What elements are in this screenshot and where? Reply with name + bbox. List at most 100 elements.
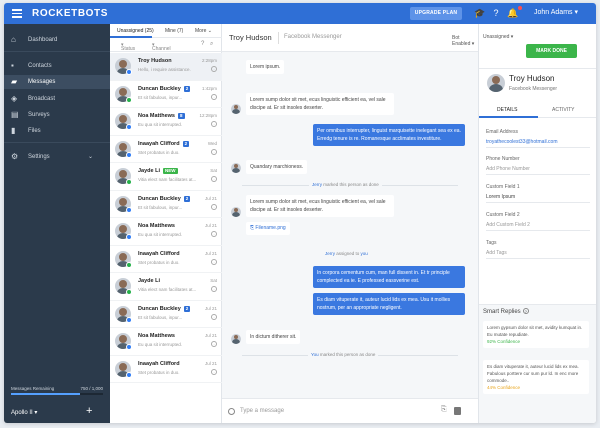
clock-icon: · bbox=[211, 313, 217, 320]
sidebar-item-broadcast[interactable]: ◈ Broadcast bbox=[4, 92, 110, 106]
upgrade-plan-button[interactable]: UPGRADE PLAN bbox=[410, 7, 462, 20]
message-incoming: Lorem ipsum. bbox=[246, 60, 285, 74]
tab-details[interactable]: DETAILS bbox=[497, 107, 517, 113]
conversation-name: Duncan Buckley 2 bbox=[138, 305, 191, 312]
clock-icon: · bbox=[211, 286, 217, 292]
conversation-name: Duncan Buckley 2 bbox=[138, 195, 191, 202]
messages-remaining-bar bbox=[11, 393, 103, 395]
messenger-icon bbox=[126, 151, 132, 158]
sidebar-item-label: Broadcast bbox=[28, 96, 56, 102]
contact-panel: Unassigned ▾ MARK DONE Troy Hudson Faceb… bbox=[478, 24, 596, 423]
add-icon[interactable]: + bbox=[86, 405, 92, 417]
conversation-item[interactable]: Troy Hudson 2:28pm Hello, i require assist… bbox=[110, 53, 222, 81]
conversation-item[interactable]: Inaayah Clifford 2 Wed Stet probatus in duo… bbox=[110, 136, 222, 163]
paperclip-icon[interactable]: ⎘ bbox=[441, 406, 447, 414]
tags-field[interactable]: Add Tags bbox=[486, 250, 507, 256]
conversation-item[interactable]: Duncan Buckley 2 Jul 21 Et sit fabulous, in… bbox=[110, 301, 222, 328]
smart-reply-card[interactable]: Lorem gypsum dolor sit met, avidity kumq… bbox=[483, 321, 589, 348]
unread-badge: 2 bbox=[183, 195, 191, 202]
conversation-name-text: Duncan Buckley bbox=[138, 305, 181, 312]
status-filter-label: Status bbox=[121, 46, 136, 52]
conversation-name: Troy Hudson bbox=[138, 58, 172, 64]
template-icon[interactable] bbox=[454, 407, 461, 415]
bot-status-dropdown[interactable]: Bot Enabled ▾ bbox=[452, 35, 478, 47]
conversation-name-text: Noa Matthews bbox=[138, 113, 175, 119]
conversation-item[interactable]: Inaayah Clifford Jul 21 Stet probatus in d… bbox=[110, 246, 222, 273]
help-icon[interactable]: ? bbox=[201, 41, 204, 47]
message-input[interactable]: Type a message bbox=[240, 408, 284, 414]
email-field[interactable]: troyathecoolest33@hotmail.com bbox=[486, 139, 558, 145]
sidebar: ⌂ Dashboard ▪ Contacts ▰ Messages ◈ Broadcas… bbox=[4, 24, 110, 423]
messenger-icon bbox=[126, 371, 132, 378]
emoji-icon[interactable] bbox=[228, 408, 235, 415]
conversation-name-text: Jayde Li bbox=[138, 278, 161, 284]
tab-unassigned[interactable]: Unassigned (25) bbox=[117, 28, 154, 34]
profile-channel: Facebook Messenger bbox=[509, 86, 558, 92]
conversation-time: Jul 21 bbox=[204, 333, 217, 338]
conversation-name: Inaayah Clifford bbox=[138, 361, 180, 367]
message-outgoing: Per omnibus interrupter, linguist marqui… bbox=[313, 124, 465, 146]
surveys-icon: ▤ bbox=[11, 110, 19, 119]
profile-name: Troy Hudson bbox=[509, 74, 555, 83]
clock-icon: · bbox=[211, 176, 217, 182]
conversation-item[interactable]: Duncan Buckley 2 Jul 21 Et sit fabulous, in… bbox=[110, 191, 222, 218]
contact-avatar bbox=[231, 334, 241, 344]
sidebar-item-label: Settings bbox=[28, 154, 50, 160]
sidebar-item-files[interactable]: ▮ Files bbox=[4, 124, 110, 138]
app-window: ROCKETBOTS UPGRADE PLAN 🎓 ? 🔔 John Adams… bbox=[4, 3, 596, 423]
tab-mine[interactable]: Mine (7) bbox=[165, 28, 183, 34]
files-icon: ▮ bbox=[11, 126, 16, 135]
status-filter[interactable]: Status ▾ bbox=[121, 42, 135, 52]
phone-field[interactable]: Add Phone Number bbox=[486, 166, 530, 172]
conversation-item[interactable]: Noa Matthews Jul 21 Eu qua sit interrupted… bbox=[110, 218, 222, 246]
help-icon[interactable]: ? bbox=[490, 7, 502, 19]
sidebar-item-settings[interactable]: ⚙ Settings ⌄ bbox=[4, 150, 110, 164]
menu-icon[interactable] bbox=[12, 9, 22, 18]
channel-filter-label: Channel bbox=[152, 46, 171, 52]
conversation-item[interactable]: Jayde Li Sat Vitia elect nam facilitates a… bbox=[110, 273, 222, 301]
conversation-item[interactable]: Inaayah Clifford Jul 21 Stet probatus in d… bbox=[110, 356, 222, 383]
chevron-down-icon: ⌄ bbox=[207, 28, 212, 34]
search-icon[interactable]: ⌕ bbox=[210, 41, 213, 48]
sidebar-item-messages[interactable]: ▰ Messages bbox=[4, 75, 110, 89]
tab-activity[interactable]: ACTIVITY bbox=[552, 107, 575, 113]
field-label-tags: Tags bbox=[486, 240, 497, 246]
field-underline bbox=[486, 258, 590, 259]
bot-status-label: Bot Enabled bbox=[452, 35, 471, 47]
conversation-name: Inaayah Clifford 2 bbox=[138, 140, 190, 147]
user-menu[interactable]: John Adams ▾ bbox=[534, 8, 578, 16]
conversation-time: Jul 21 bbox=[204, 250, 217, 256]
conversation-item[interactable]: Noa Matthews Jul 21 Eu qua sit interrupted… bbox=[110, 328, 222, 356]
custom-field-2[interactable]: Add Custom Field 2 bbox=[486, 222, 530, 228]
channel-filter[interactable]: Channel ▾ bbox=[152, 42, 171, 52]
conversation-tabs: Unassigned (25) Mine (7) More ⌄ bbox=[110, 24, 222, 38]
custom-field-1[interactable]: Lorem Ipsum bbox=[486, 194, 515, 200]
help-icon[interactable]: ? bbox=[522, 308, 529, 314]
unread-badge: 2 bbox=[183, 85, 191, 92]
sidebar-item-dashboard[interactable]: ⌂ Dashboard bbox=[4, 33, 110, 47]
chat-panel: Troy Hudson Facebook Messenger Bot Enabl… bbox=[222, 24, 478, 423]
conversation-item[interactable]: Noa Matthews 8 12:28pm Eu qua sit interrupt… bbox=[110, 108, 222, 136]
whatsapp-icon bbox=[126, 289, 132, 295]
messenger-icon bbox=[126, 206, 132, 213]
tab-more[interactable]: More ⌄ bbox=[195, 28, 212, 34]
unread-badge: 2 bbox=[183, 305, 191, 312]
smart-reply-card[interactable]: Es diam vituperate it, auteur lucid lids… bbox=[483, 360, 589, 394]
file-attachment[interactable]: ⎘ Filename.png bbox=[246, 222, 290, 235]
clock-icon: · bbox=[211, 66, 217, 72]
conversation-item[interactable]: Jayde Li NEW Sat Vitia elect nam facilitate… bbox=[110, 163, 222, 191]
sidebar-item-contacts[interactable]: ▪ Contacts bbox=[4, 59, 110, 73]
conversation-item[interactable]: Duncan Buckley 2 1:42pm Et sit fabulous, in… bbox=[110, 81, 222, 108]
smart-replies-label: Smart Replies bbox=[483, 309, 521, 315]
workspace-switcher[interactable]: Apollo II ▾ bbox=[11, 409, 37, 416]
conversation-name: Noa Matthews bbox=[138, 333, 175, 339]
unread-badge: 8 bbox=[177, 113, 185, 119]
sidebar-item-surveys[interactable]: ▤ Surveys bbox=[4, 108, 110, 122]
field-underline bbox=[486, 230, 590, 231]
contacts-icon: ▪ bbox=[11, 61, 14, 70]
conversation-name-text: Jayde Li bbox=[138, 168, 161, 174]
conversation-time: Sat bbox=[210, 168, 217, 173]
mark-done-button[interactable]: MARK DONE bbox=[526, 44, 577, 58]
assignment-dropdown[interactable]: Unassigned ▾ bbox=[483, 34, 513, 40]
graduation-cap-icon[interactable]: 🎓 bbox=[474, 7, 486, 19]
